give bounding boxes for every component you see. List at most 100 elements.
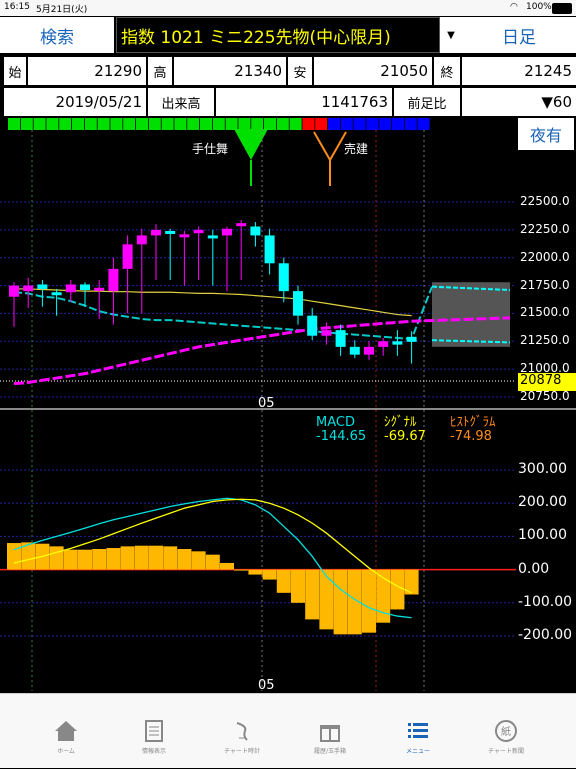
instrument-title[interactable]: 指数 1021 ミニ225先物(中心限月) [116, 17, 440, 53]
trend-block [8, 118, 20, 130]
status-battery: 100% [526, 2, 552, 12]
macd-x-label: 05 [258, 678, 275, 693]
trend-block [72, 118, 84, 130]
candle-body [94, 287, 105, 291]
signal-legend-value: -69.67 [384, 429, 426, 444]
trend-block [328, 118, 340, 130]
open-label: 始 [4, 57, 26, 85]
trend-block [97, 118, 110, 130]
price-x-label: 05 [258, 396, 275, 411]
candle-body [307, 315, 318, 336]
home-icon [55, 721, 77, 741]
trend-strip [8, 118, 430, 130]
tab-newspaper[interactable]: 紙 チャート新聞 [458, 694, 554, 769]
trend-block [404, 118, 417, 130]
macd-tick-label: -200.00 [518, 627, 573, 643]
instrument-dropdown-icon[interactable]: ▼ [440, 17, 462, 53]
price-tick-label: 21750.0 [520, 277, 570, 292]
tab-label-info: 情報表示 [141, 748, 166, 755]
cloud-line [13, 286, 433, 341]
current-price-tag: 20878 [518, 373, 576, 391]
macd-tick-label: 300.00 [518, 461, 567, 477]
trend-block [110, 118, 123, 130]
status-bar: 16:15 5月21日(火) ◠ 100% [0, 0, 576, 16]
macd-tick-label: 200.00 [518, 494, 567, 511]
candle-body [122, 244, 133, 269]
histogram-bar [177, 549, 192, 570]
tab-chart-clock[interactable]: チャート時計 [194, 694, 290, 769]
histogram-bar [149, 545, 163, 570]
trend-block [251, 118, 264, 130]
trend-block [225, 118, 238, 130]
price-tick-label: 20750.0 [520, 389, 570, 403]
candle-body [335, 330, 346, 347]
high-value: 21340 [174, 57, 286, 85]
trend-block [353, 118, 366, 130]
low-value: 21050 [314, 57, 432, 85]
tab-menu[interactable]: メニュー [370, 694, 466, 769]
histogram-bar [7, 543, 21, 570]
trend-block [417, 118, 430, 130]
change-label: 前足比 [394, 88, 460, 116]
future-cloud-box [432, 282, 510, 347]
price-chart[interactable] [0, 116, 576, 692]
trend-block [84, 118, 97, 130]
document-icon [145, 720, 163, 742]
candle-body [207, 235, 218, 239]
tab-info[interactable]: 情報表示 [106, 694, 202, 769]
macd-legend: MACD -144.65 [316, 416, 366, 444]
close-value: 21245 [462, 57, 576, 85]
date-value: 2019/05/21 [4, 88, 146, 116]
macd-tick-label: -100.00 [518, 593, 573, 610]
trend-block [20, 118, 33, 130]
histogram-bar [205, 554, 220, 570]
open-value: 21290 [28, 57, 146, 85]
trend-block [212, 118, 225, 130]
tab-history[interactable]: 履歴/玉手箱 [282, 694, 378, 769]
histogram-legend: ﾋｽﾄｸﾞﾗﾑ -74.98 [450, 416, 496, 444]
histogram-bar [333, 569, 348, 635]
menu-list-icon [408, 723, 428, 738]
trend-block [200, 118, 212, 130]
trend-block [46, 118, 59, 130]
period-button[interactable]: 日足 [462, 17, 576, 53]
sell-signal-marker [313, 131, 347, 163]
candle-body [222, 228, 232, 236]
histogram-bar [78, 549, 92, 570]
low-label: 安 [288, 57, 312, 85]
trend-block [33, 118, 46, 130]
candle-body [278, 263, 289, 292]
tab-label-history: 履歴/玉手箱 [313, 748, 347, 755]
trend-block [174, 118, 187, 130]
candle-body [349, 346, 360, 355]
trend-block [276, 118, 289, 130]
tab-label-chart-clock: チャート時計 [224, 748, 260, 755]
trend-block [379, 118, 392, 130]
histogram-bar [120, 546, 135, 570]
candle-body [37, 284, 48, 289]
histogram-bar [234, 569, 249, 571]
trend-block [59, 118, 72, 130]
trend-block [289, 118, 302, 130]
histogram-bar [163, 546, 178, 570]
candle-body [392, 341, 403, 345]
histogram-legend-value: -74.98 [450, 429, 492, 444]
tab-home[interactable]: ホーム [18, 694, 114, 769]
battery-icon [552, 3, 572, 14]
price-tick-label: 21250.0 [520, 333, 570, 348]
histogram-bar [390, 569, 405, 610]
histogram-bar [276, 569, 291, 593]
search-button[interactable]: 検索 [0, 17, 114, 53]
tab-bar: ホーム 情報表示 チャート時計 履歴/玉手箱 メニュー 紙 チャート新聞 [0, 693, 576, 768]
tab-label-menu: メニュー [405, 748, 430, 755]
histogram-bar [248, 569, 263, 575]
candle-body [179, 234, 190, 238]
candle-body [9, 285, 19, 297]
histogram-bar [220, 562, 234, 570]
status-date: 5月21日(火) [36, 5, 88, 15]
candle-body [80, 284, 90, 291]
candle-body [23, 285, 34, 292]
trend-block [302, 118, 315, 130]
histogram-bar [191, 551, 206, 570]
trend-block [187, 118, 200, 130]
